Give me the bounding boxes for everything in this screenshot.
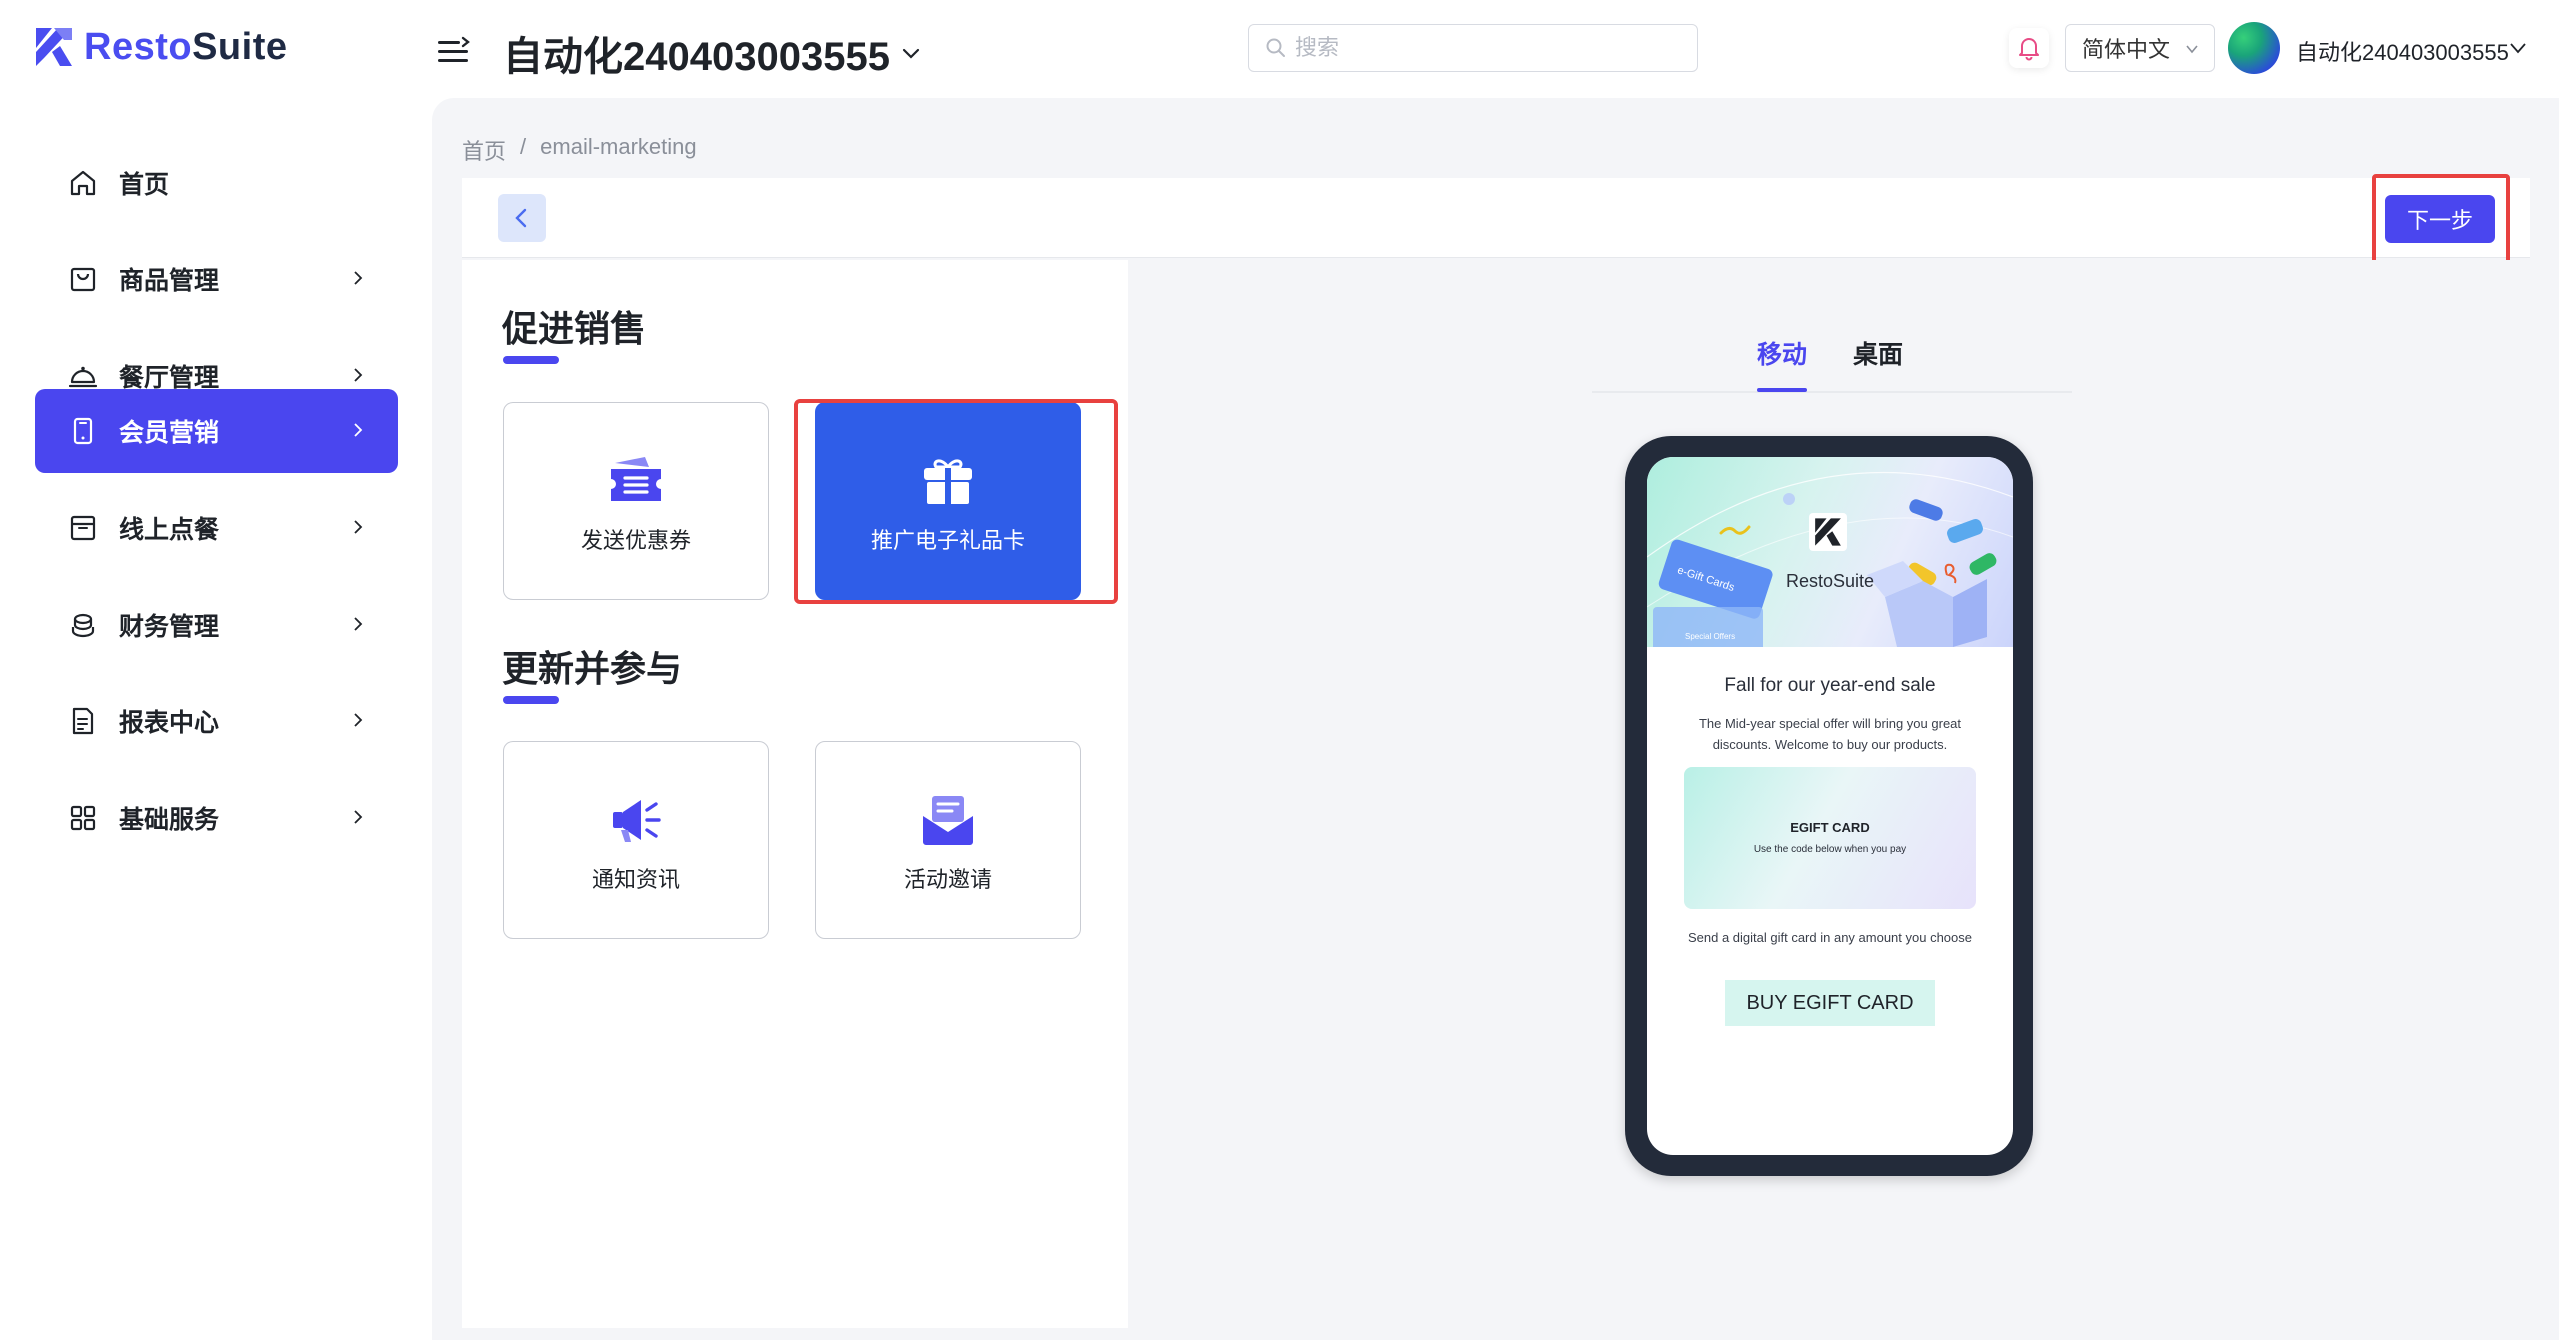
chevron-right-icon: [354, 617, 363, 631]
user-name[interactable]: 自动化240403003555: [2296, 35, 2509, 67]
next-step-button[interactable]: 下一步: [2385, 195, 2495, 243]
sidebar-item-products[interactable]: 商品管理: [35, 237, 398, 321]
sidebar-item-home[interactable]: 首页: [35, 141, 398, 225]
email-preview-screen: e-Gift Cards Special Offers RestoSuite F…: [1647, 457, 2013, 1155]
bag-icon: [70, 267, 96, 292]
report-icon: [72, 707, 94, 735]
store-name: 自动化240403003555: [503, 35, 890, 79]
active-tab-indicator: [1757, 388, 1807, 392]
card-label: 通知资讯: [591, 867, 680, 892]
brand-logo[interactable]: RestoSuite: [34, 24, 287, 70]
sidebar-item-label: 会员营销: [119, 419, 220, 447]
section-title-underline: [503, 696, 559, 704]
egift-card-block: EGIFT CARD Use the code below when you p…: [1684, 767, 1976, 909]
language-select[interactable]: 简体中文: [2065, 24, 2215, 72]
card-label: 活动邀请: [903, 867, 992, 892]
breadcrumb-home[interactable]: 首页: [462, 134, 506, 166]
sidebar-item-label: 商品管理: [119, 267, 220, 295]
brand-name: RestoSuite: [84, 25, 288, 68]
restosuite-logo-icon: [36, 28, 72, 66]
language-value: 简体中文: [2082, 37, 2171, 62]
back-button[interactable]: [498, 194, 546, 242]
box-icon: [70, 515, 96, 541]
preview-tabs-divider: [1592, 391, 2072, 393]
email-banner: e-Gift Cards Special Offers RestoSuite: [1647, 457, 2013, 647]
sidebar-item-member-marketing[interactable]: 会员营销: [35, 389, 398, 473]
card-label: 推广电子礼品卡: [870, 528, 1025, 553]
banner-brand-name: RestoSuite: [1785, 571, 1875, 591]
card-send-coupon[interactable]: 发送优惠券: [503, 402, 769, 600]
cloche-icon: [68, 366, 98, 388]
egift-card-subtitle: Use the code below when you pay: [1753, 844, 1907, 855]
user-menu-chevron-icon[interactable]: [2508, 38, 2528, 58]
chevron-right-icon: [354, 368, 363, 382]
breadcrumb-current: email-marketing: [540, 134, 697, 159]
megaphone-icon: [613, 800, 661, 842]
chevron-right-icon: [354, 271, 363, 285]
sidebar-item-reports[interactable]: 报表中心: [35, 679, 398, 763]
user-avatar[interactable]: [2228, 22, 2280, 74]
email-description: The Mid-year special offer will bring yo…: [1698, 716, 1962, 752]
bell-icon: [2019, 38, 2039, 61]
sidebar-item-label: 财务管理: [119, 613, 220, 641]
banner-card-sub: Special Offers: [1685, 632, 1735, 641]
chevron-right-icon: [354, 423, 363, 437]
email-send-text: Send a digital gift card in any amount y…: [1687, 930, 1972, 945]
tab-mobile[interactable]: 移动: [1757, 335, 1807, 371]
search-input[interactable]: [1295, 35, 1675, 61]
sidebar-item-basic-services[interactable]: 基础服务: [35, 776, 398, 860]
sidebar-item-online-ordering[interactable]: 线上点餐: [35, 486, 398, 570]
page-toolbar: [462, 178, 2530, 258]
banner-illustration: e-Gift Cards Special Offers: [1647, 471, 2013, 647]
restosuite-logo-icon: [1815, 518, 1841, 546]
section-title-update-engage: 更新并参与: [502, 648, 683, 689]
card-news-notification[interactable]: 通知资讯: [503, 741, 769, 939]
card-label: 发送优惠券: [580, 528, 691, 553]
menu-toggle-icon[interactable]: [436, 36, 470, 66]
section-title-underline: [503, 356, 559, 364]
sidebar-item-label: 基础服务: [119, 806, 220, 834]
phone-icon: [73, 417, 93, 445]
chevron-right-icon: [354, 810, 363, 824]
top-header: RestoSuite 自动化240403003555 简体中文 自动化24040…: [0, 0, 2559, 98]
sidebar-item-label: 首页: [119, 171, 170, 199]
chevron-left-icon: [515, 208, 527, 228]
email-title: Fall for our year-end sale: [1724, 675, 1936, 696]
tab-desktop[interactable]: 桌面: [1853, 335, 1903, 371]
gift-icon: [924, 459, 972, 504]
search-box[interactable]: [1248, 24, 1698, 72]
search-icon: [1266, 38, 1285, 57]
section-title-promote-sales: 促进销售: [502, 308, 647, 349]
chevron-right-icon: [354, 713, 363, 727]
chevron-right-icon: [354, 520, 363, 534]
sidebar-item-finance[interactable]: 财务管理: [35, 583, 398, 667]
coins-icon: [71, 613, 95, 638]
notification-button[interactable]: [2009, 28, 2049, 68]
envelope-icon: [923, 796, 973, 845]
sidebar-item-label: 报表中心: [119, 709, 220, 737]
buy-egift-card-button[interactable]: BUY EGIFT CARD: [1725, 980, 1935, 1026]
chevron-down-icon: [2186, 45, 2198, 54]
grid-icon: [70, 805, 96, 831]
card-event-invitation[interactable]: 活动邀请: [815, 741, 1081, 939]
chevron-down-icon: [902, 48, 920, 59]
store-selector[interactable]: 自动化240403003555: [503, 24, 922, 82]
breadcrumb-separator: /: [520, 134, 527, 159]
home-icon: [70, 170, 96, 196]
banner-logo: [1809, 513, 1847, 551]
card-promote-egift-card[interactable]: 推广电子礼品卡: [815, 402, 1081, 600]
sidebar-item-label: 线上点餐: [119, 516, 220, 544]
breadcrumb: 首页 / email-marketing: [462, 134, 697, 166]
sidebar: 首页 商品管理 餐厅管理 会员营销 线上点餐 财务管理 报表中心 基础服务: [0, 98, 432, 1340]
egift-card-title: EGIFT CARD: [1790, 820, 1870, 835]
coupon-icon: [611, 457, 661, 501]
